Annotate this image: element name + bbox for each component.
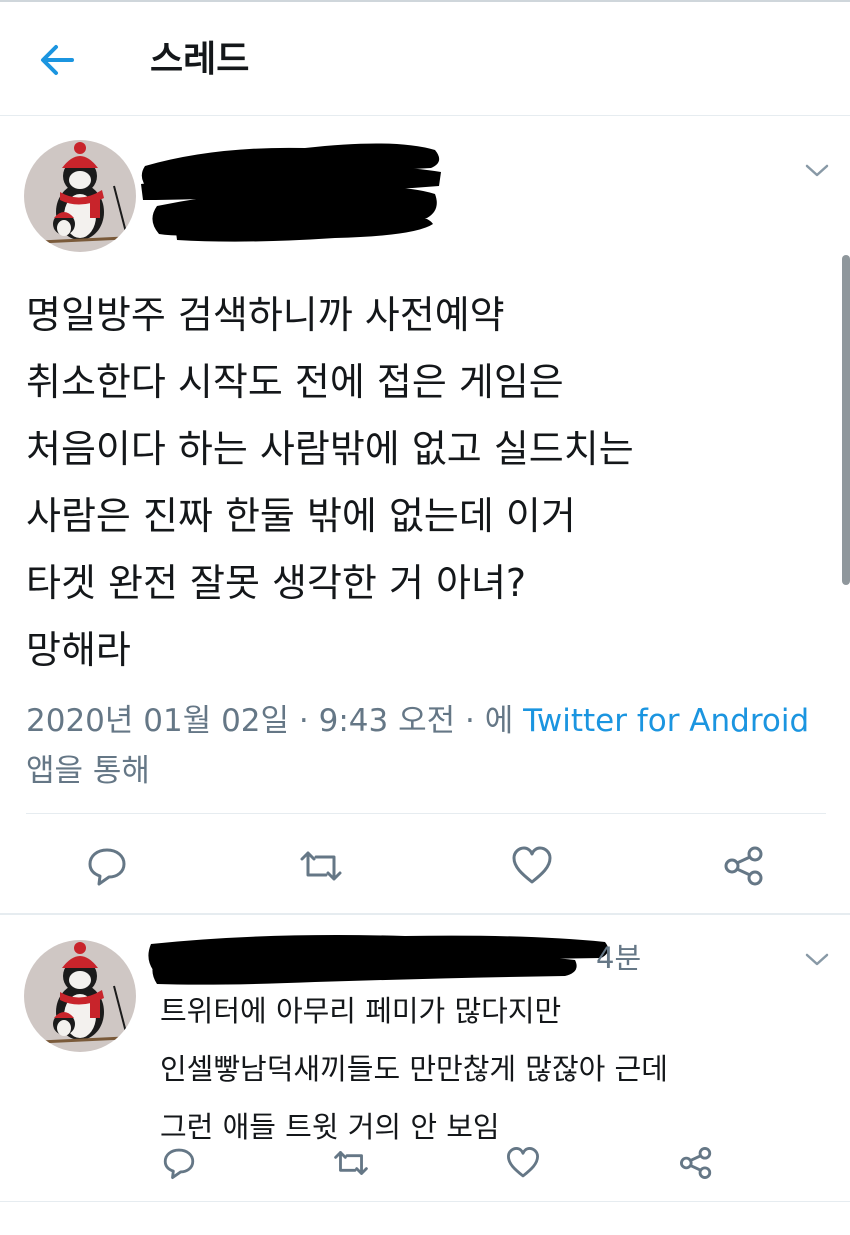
tweet-metadata: 2020년 01월 02일 · 9:43 오전 · 에 Twitter for …: [26, 703, 810, 789]
tweet-date: 2020년 01월 02일: [26, 703, 290, 739]
scrollbar[interactable]: [842, 255, 850, 585]
retweet-icon[interactable]: [298, 845, 344, 887]
client-link[interactable]: Twitter for Android: [523, 703, 809, 739]
avatar[interactable]: [24, 140, 136, 252]
share-icon[interactable]: [678, 1146, 714, 1180]
arrow-left-icon: [41, 45, 74, 75]
retweet-icon[interactable]: [332, 1146, 370, 1180]
tweet-text: 명일방주 검색하니까 사전예약 취소한다 시작도 전에 접은 게임은 처음이다 …: [26, 293, 634, 672]
reply-icon[interactable]: [86, 845, 128, 887]
avatar[interactable]: [24, 940, 136, 1052]
chevron-down-icon[interactable]: [804, 163, 830, 179]
redacted-author-name: [141, 143, 441, 242]
back-button[interactable]: [36, 38, 80, 82]
redacted-reply-author: [148, 935, 609, 985]
page-title: 스레드: [150, 39, 250, 80]
chevron-down-icon[interactable]: [804, 952, 830, 968]
reply-text: 트위터에 아무리 페미가 많다지만 인셀빻남덕새끼들도 만만찮게 많잖아 근데 …: [160, 994, 668, 1144]
reply-timestamp: 4분: [596, 941, 642, 975]
divider: [0, 1201, 850, 1202]
penguin-avatar-image: [24, 140, 136, 252]
divider: [0, 913, 850, 915]
tweet-time: 9:43 오전: [318, 703, 456, 739]
heart-icon[interactable]: [510, 845, 554, 887]
penguin-avatar-image: [24, 940, 136, 1052]
header-bar: 스레드: [0, 0, 850, 116]
share-icon[interactable]: [722, 845, 766, 887]
heart-icon[interactable]: [505, 1146, 541, 1180]
reply-icon[interactable]: [162, 1146, 196, 1180]
divider: [26, 813, 826, 814]
